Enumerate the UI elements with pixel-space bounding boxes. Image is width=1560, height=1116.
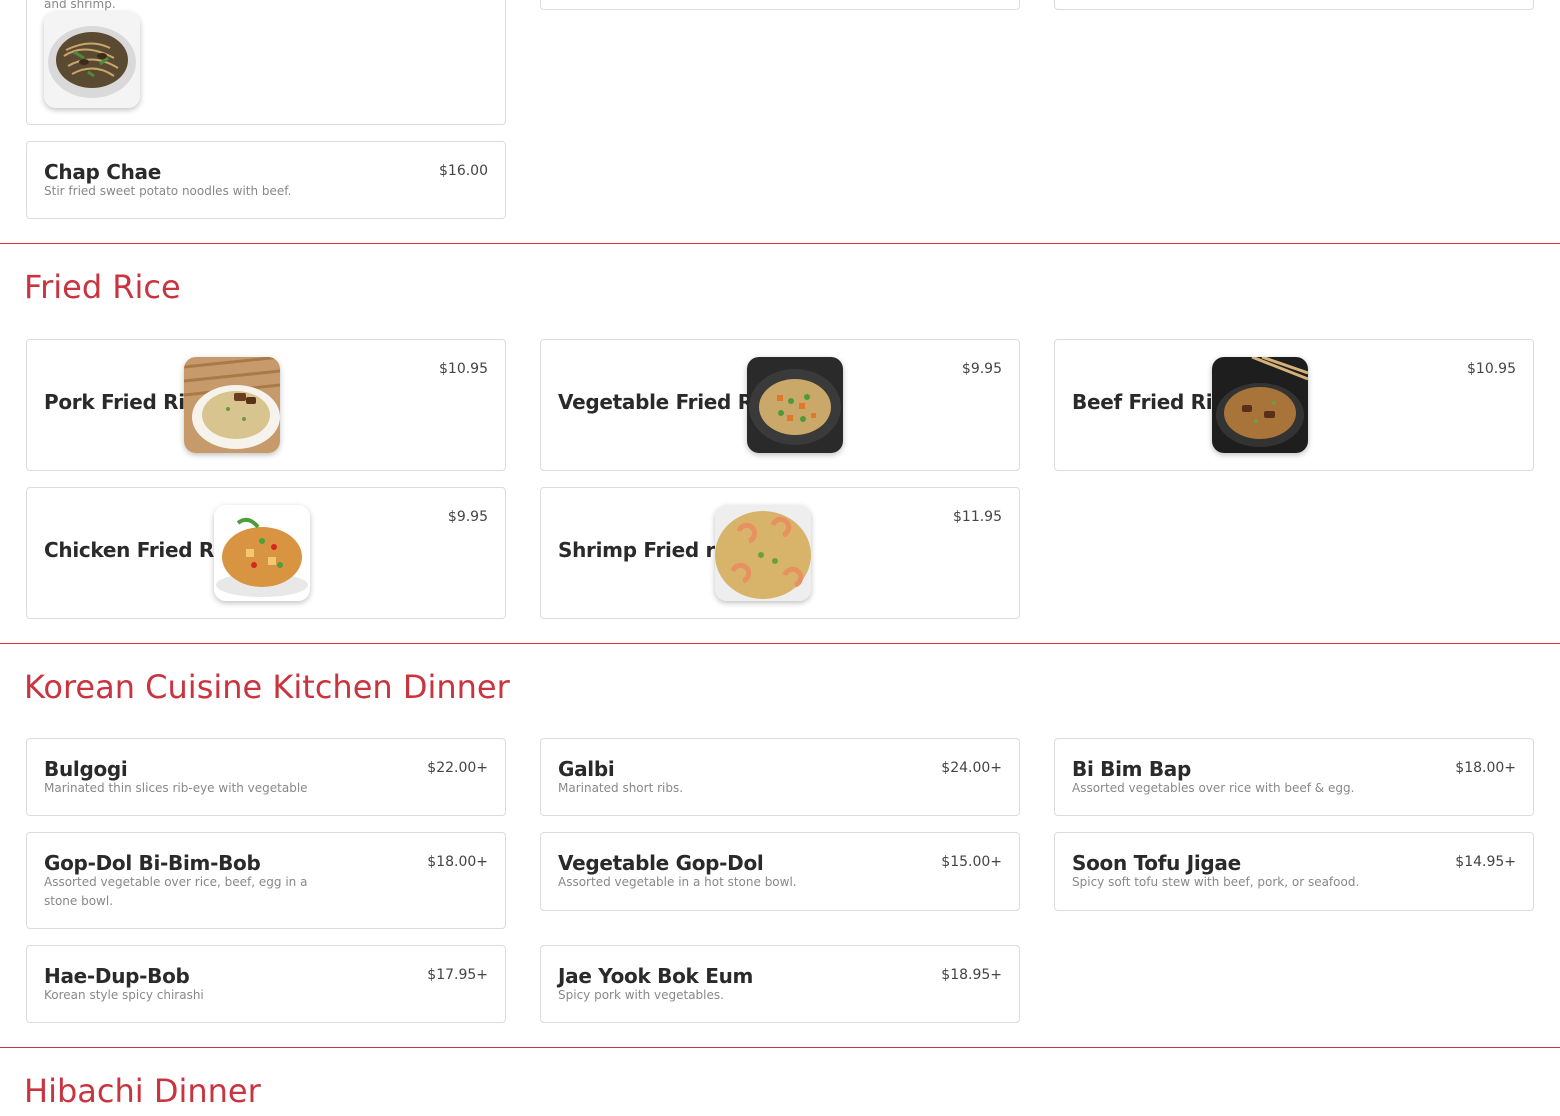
- section-divider: [0, 643, 1560, 644]
- item-description: Assorted vegetable over rice, beef, egg …: [44, 875, 308, 908]
- menu-item-card-partial[interactable]: [1054, 0, 1534, 10]
- item-price: $9.95: [961, 361, 1002, 377]
- menu-item-card-chap-chae[interactable]: Chap Chae $16.00 Stir fried sweet potato…: [26, 141, 506, 219]
- chicken-fried-rice-photo: [214, 505, 310, 601]
- item-price: $18.00+: [427, 854, 488, 870]
- menu-item-card-hae-dup-bob[interactable]: Hae-Dup-Bob $17.95+ Korean style spicy c…: [26, 945, 506, 1023]
- item-price: $14.95+: [1455, 854, 1516, 870]
- menu-item-card-bi-bim-bap[interactable]: Bi Bim Bap $18.00+ Assorted vegetables o…: [1054, 738, 1534, 816]
- item-name: Hae-Dup-Bob: [44, 964, 190, 988]
- beef-fried-rice-photo: [1212, 357, 1308, 453]
- item-price: $11.95: [953, 509, 1002, 525]
- item-description: Marinated short ribs.: [558, 781, 684, 795]
- item-price: $10.95: [1467, 361, 1516, 377]
- item-name: Bi Bim Bap: [1072, 757, 1192, 781]
- menu-item-card-vegetable-gop-dol[interactable]: Vegetable Gop-Dol $15.00+ Assorted veget…: [540, 832, 1020, 911]
- menu-item-card-beef-fried-rice[interactable]: Beef Fried Rice $10.95: [1054, 339, 1534, 471]
- noodle-dish-photo: [44, 12, 140, 108]
- item-name: Soon Tofu Jigae: [1072, 851, 1241, 875]
- item-price: $16.00: [439, 163, 488, 179]
- section-title-fried-rice: Fried Rice: [24, 268, 181, 306]
- vegetable-fried-rice-photo: [747, 357, 843, 453]
- menu-item-card-partial[interactable]: [540, 0, 1020, 10]
- item-description: Assorted vegetable in a hot stone bowl.: [558, 875, 797, 889]
- menu-item-card-soon-tofu-jigae[interactable]: Soon Tofu Jigae $14.95+ Spicy soft tofu …: [1054, 832, 1534, 911]
- menu-item-card-vegetable-fried-rice[interactable]: Vegetable Fried Rice $9.95: [540, 339, 1020, 471]
- menu-item-card-chicken-fried-rice[interactable]: Chicken Fried Rice $9.95: [26, 487, 506, 619]
- pork-fried-rice-photo: [184, 357, 280, 453]
- item-price: $15.00+: [941, 854, 1002, 870]
- menu-item-card-noodle-partial[interactable]: and shrimp.: [26, 0, 506, 125]
- section-title-korean-cuisine: Korean Cuisine Kitchen Dinner: [24, 668, 510, 706]
- item-price: $17.95+: [427, 967, 488, 983]
- item-price: $24.00+: [941, 760, 1002, 776]
- item-description: Korean style spicy chirashi: [44, 988, 204, 1002]
- menu-item-card-bulgogi[interactable]: Bulgogi $22.00+ Marinated thin slices ri…: [26, 738, 506, 816]
- item-price: $9.95: [447, 509, 488, 525]
- menu-item-card-gop-dol-bi-bim-bob[interactable]: Gop-Dol Bi-Bim-Bob $18.00+ Assorted vege…: [26, 832, 506, 929]
- item-description: Marinated thin slices rib-eye with veget…: [44, 781, 308, 795]
- item-name: Vegetable Gop-Dol: [558, 851, 764, 875]
- section-divider: [0, 1047, 1560, 1048]
- item-name: Chap Chae: [44, 160, 161, 184]
- item-description: Stir fried sweet potato noodles with bee…: [44, 184, 292, 198]
- menu-item-card-shrimp-fried-rice[interactable]: Shrimp Fried rice $11.95: [540, 487, 1020, 619]
- item-name: Gop-Dol Bi-Bim-Bob: [44, 851, 261, 875]
- item-name: Galbi: [558, 757, 615, 781]
- shrimp-fried-rice-photo: [715, 505, 811, 601]
- item-name: Jae Yook Bok Eum: [558, 964, 754, 988]
- item-price: $18.00+: [1455, 760, 1516, 776]
- item-price: $10.95: [439, 361, 488, 377]
- menu-item-card-galbi[interactable]: Galbi $24.00+ Marinated short ribs.: [540, 738, 1020, 816]
- item-price: $18.95+: [941, 967, 1002, 983]
- item-name: Bulgogi: [44, 757, 128, 781]
- menu-item-card-pork-fried-rice[interactable]: Pork Fried Rice $10.95: [26, 339, 506, 471]
- section-divider: [0, 243, 1560, 244]
- item-description: Spicy soft tofu stew with beef, pork, or…: [1072, 875, 1360, 889]
- menu-item-card-jae-yook-bok-eum[interactable]: Jae Yook Bok Eum $18.95+ Spicy pork with…: [540, 945, 1020, 1023]
- item-description: Assorted vegetables over rice with beef …: [1072, 781, 1355, 795]
- section-title-hibachi-dinner: Hibachi Dinner: [24, 1072, 261, 1110]
- item-price: $22.00+: [427, 760, 488, 776]
- item-description: Spicy pork with vegetables.: [558, 988, 724, 1002]
